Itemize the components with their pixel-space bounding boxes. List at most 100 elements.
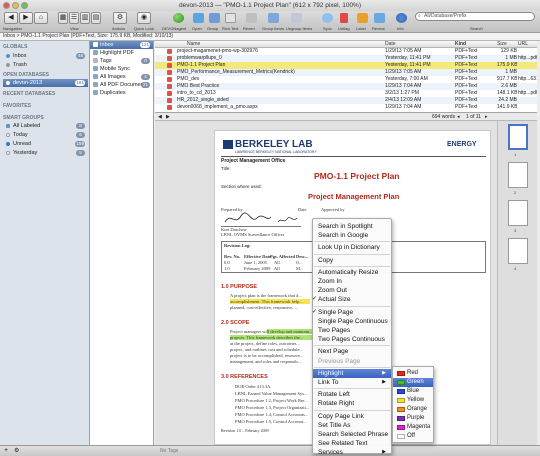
column-header-date[interactable]: Date [385,41,396,48]
pdf-file-icon [167,105,172,110]
group-items-icon[interactable] [268,13,279,23]
menu-item-zoom-in[interactable]: Zoom In [313,277,391,286]
open-icon[interactable] [193,13,204,23]
zoom-window-button[interactable] [21,2,28,9]
group-item-duplicates[interactable]: Duplicates [90,89,153,97]
table-row[interactable]: PMO_dev Yesterday, 7:00 AM PDF+Text 917.7 K… [155,76,537,83]
table-row[interactable]: project-magamenet-pmo-wp-302976 1/29/13 7… [155,48,537,55]
flag-icon[interactable] [340,13,348,23]
menu-item-copy-page-link[interactable]: Copy Page Link [313,412,391,421]
previous-document-icon[interactable]: ◀ [158,113,162,121]
highlight-option-label: Yellow [407,397,425,403]
page-thumbnail[interactable] [508,124,528,150]
menu-item-highlight[interactable]: Highlight ▶ [313,368,391,378]
group-item-highlight-pdf[interactable]: Highlight PDF [90,49,153,57]
revert-icon[interactable] [246,13,257,23]
close-window-button[interactable] [3,2,10,9]
sidebar-item-yesterday[interactable]: Yesterday 5 [3,149,88,157]
menu-item-two-pages-continuous[interactable]: Two Pages Continuous [313,335,391,344]
group-item-all-pdf-documents[interactable]: All PDF Documents 21 [90,81,153,89]
sync-icon[interactable] [322,13,333,23]
menu-item-link-to[interactable]: Link To ▶ [313,378,391,387]
table-row[interactable]: PMO_Performance_Measurement_Metrics(Kend… [155,69,537,76]
menu-item-single-page-continuous[interactable]: Single Page Continuous [313,317,391,326]
info-icon[interactable] [396,13,407,23]
next-page-icon[interactable]: ▸ [485,113,488,121]
group-icon[interactable] [209,13,220,23]
gear-icon[interactable]: ⚙ [14,446,19,456]
sidebar-item-inbox[interactable]: Inbox 48 [3,52,88,60]
column-header-kind[interactable]: Kind [455,41,466,48]
view-as-icons-button[interactable]: ▦ [58,12,68,24]
highlight-option-orange[interactable]: Orange [393,405,433,414]
highlight-option-magenta[interactable]: Magenta [393,423,433,432]
minimize-window-button[interactable] [12,2,19,9]
menu-item-services[interactable]: Services ▶ [313,448,391,456]
menu-item-actual-size[interactable]: ✓ Actual Size [312,295,391,304]
menu-item-search-selected-phrase[interactable]: Search Selected Phrase [313,430,391,439]
page-thumbnail[interactable] [508,238,528,264]
table-row[interactable]: intro_to_cd_2013 3/2/13 1:27 PM PDF+Text 14… [155,90,537,97]
column-header-size[interactable]: Size [497,41,507,48]
page-thumbnail[interactable] [508,200,528,226]
sidebar-item-trash[interactable]: Trash [3,61,88,69]
menu-item-look-up-in-dictionary[interactable]: Look Up in Dictionary [313,243,391,252]
scope-heading: 2.0 SCOPE [221,320,250,326]
page-thumbnail[interactable] [508,162,528,188]
menu-item-rotate-left[interactable]: Rotate Left [313,390,391,399]
menu-item-copy[interactable]: Copy [313,256,391,265]
label-icon[interactable] [357,13,368,23]
highlight-option-off[interactable]: Off [393,432,433,441]
table-row[interactable]: PMO Best Practice 1/29/13 7:04 AM PDF+Text… [155,83,537,90]
search-field[interactable]: ⌕ All/Database/Prefix [415,12,535,21]
view-as-list-button[interactable]: ☰ [69,12,79,24]
sidebar-item-devon-2013[interactable]: devon-2013 181 [3,79,88,87]
menu-item-search-in-google[interactable]: Search in Google [313,231,391,240]
highlight-option-yellow[interactable]: Yellow [393,396,433,405]
highlight-option-red[interactable]: Red [393,369,433,378]
table-row[interactable]: devon0068_implement_a_pmo.aspx 1/29/13 7:… [155,104,537,111]
view-split-button[interactable]: ▥ [80,12,90,24]
menu-item-zoom-out[interactable]: Zoom Out [313,286,391,295]
menu-item-single-page[interactable]: ✓ Single Page [312,308,391,317]
group-item-all-images[interactable]: All Images 4 [90,73,153,81]
table-row[interactable]: problemwarpllups_0 Yesterday, 11:41 PM PDF… [155,55,537,62]
group-item-tags[interactable]: Tags 0 [90,57,153,65]
sidebar-item-today[interactable]: Today 6 [3,131,88,139]
previous-page-icon[interactable]: ◂ [457,113,460,121]
reveal-icon[interactable] [374,13,385,23]
next-document-icon[interactable]: ▶ [166,113,170,121]
add-icon[interactable]: + [4,446,8,456]
column-header-name[interactable]: Name [187,41,200,48]
menu-item-two-pages[interactable]: Two Pages [313,326,391,335]
forward-button[interactable]: ▶ [19,12,33,24]
sidebar-item-all-labeled[interactable]: All Labeled 8 [3,122,88,130]
group-header-inbox[interactable]: Inbox 121 [90,41,153,49]
table-row[interactable]: HR_2012_single_sided 2/4/13 12:09 AM PDF+T… [155,97,537,104]
back-button[interactable]: ◀ [4,12,18,24]
quick-look-button[interactable]: ◉ [137,12,151,24]
ungroup-items-icon[interactable] [291,13,302,23]
highlight-option-blue[interactable]: Blue [393,387,433,396]
actions-button[interactable]: ⚙ [113,12,127,24]
menu-item-next-page[interactable]: Next Page [313,347,391,356]
today-badge: 6 [76,132,85,138]
group-item-mobile-sync[interactable]: Mobile Sync [90,65,153,73]
menu-item-rotate-right[interactable]: Rotate Right [313,399,391,408]
trash-icon [6,63,10,67]
column-header-url[interactable]: URL [518,41,528,48]
rich-text-icon[interactable] [225,13,236,23]
tags-field[interactable]: No Tags [160,446,178,456]
menu-item-search-in-spotlight[interactable]: Search in Spotlight [313,222,391,231]
sidebar-item-unread[interactable]: Unread 159 [3,140,88,148]
table-row[interactable]: PMO-1.1 Project Plan Yesterday, 11:41 PM P… [155,62,537,69]
menu-item-see-related-text[interactable]: See Related Text [313,439,391,448]
highlight-option-green[interactable]: Green [393,378,433,387]
tag-icon [93,58,98,63]
devonagent-icon[interactable] [173,13,184,23]
menu-item-set-title-as[interactable]: Set Title As [313,421,391,430]
home-button[interactable]: ⌂ [34,12,48,24]
view-columns-button[interactable]: ▤ [91,12,101,24]
highlight-option-purple[interactable]: Purple [393,414,433,423]
menu-item-automatically-resize[interactable]: Automatically Resize [313,268,391,277]
